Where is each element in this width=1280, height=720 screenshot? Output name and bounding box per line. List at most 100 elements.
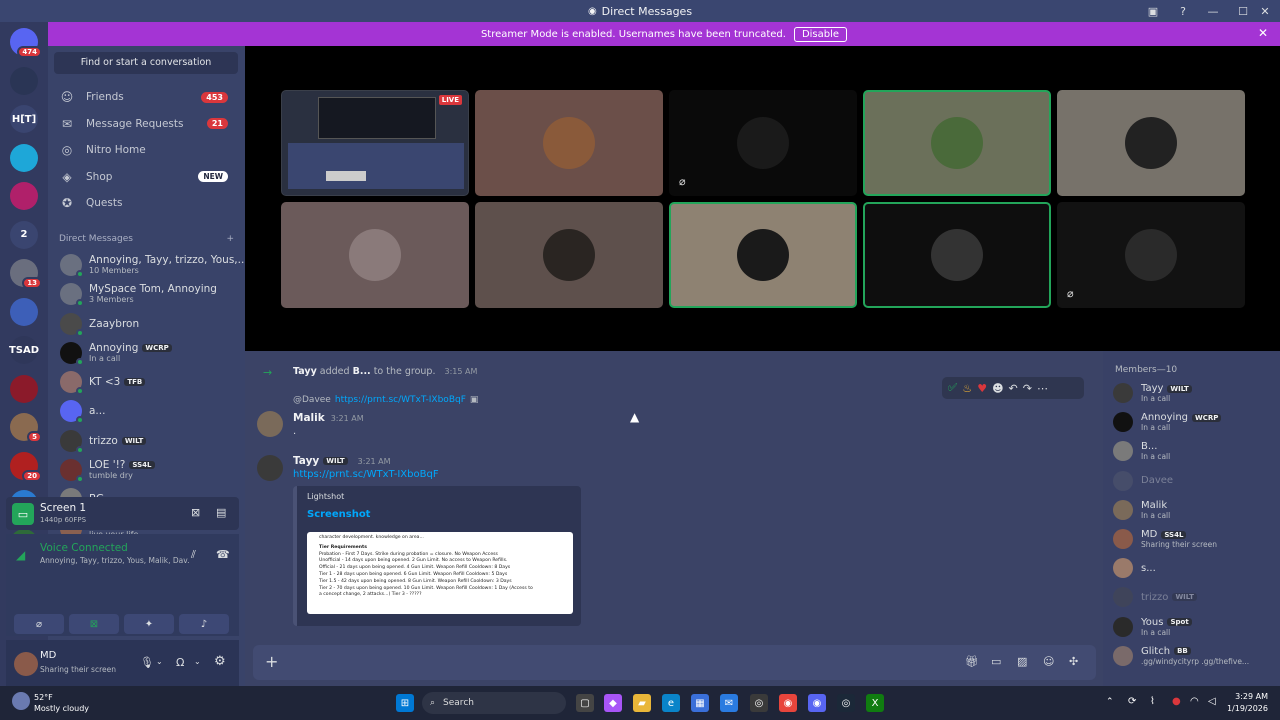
file-explorer-icon[interactable]: ▰	[633, 694, 651, 712]
stream-tile[interactable]: LIVE	[281, 90, 469, 196]
member-item[interactable]: Glitch BB .gg/windycityrp .gg/thefive...	[1113, 642, 1273, 670]
wifi-icon[interactable]: ◠	[1190, 696, 1199, 707]
stop-stream-icon[interactable]: ⊠	[191, 506, 200, 519]
avatar[interactable]	[257, 455, 283, 481]
dm-item[interactable]: Annoying WCRP In a call	[54, 338, 238, 367]
microphone-icon[interactable]: ●	[1172, 696, 1181, 707]
fire-icon[interactable]: ♨	[962, 382, 972, 395]
server-icon[interactable]: TSAD	[9, 336, 39, 364]
check-icon[interactable]: ✅︎	[948, 381, 957, 395]
clock-time[interactable]: 3:29 AM	[1224, 692, 1268, 701]
copilot-icon[interactable]: ◆	[604, 694, 622, 712]
more-icon[interactable]: ⋯	[1037, 382, 1048, 395]
server-icon[interactable]: 13	[10, 259, 42, 289]
taskbar-search[interactable]: ⌕ Search	[422, 692, 566, 714]
nav-item-message-requests[interactable]: ✉ Message Requests 21	[54, 111, 238, 137]
server-icon[interactable]: 5	[10, 413, 42, 443]
message-composer[interactable]: + 🎁︎ ▭ ▨ ☺ ✣	[253, 645, 1096, 680]
activities-button[interactable]: ✦	[124, 614, 174, 634]
message-author[interactable]: Tayy	[293, 455, 319, 467]
edge-icon[interactable]: e	[662, 694, 680, 712]
participant-tile[interactable]	[281, 202, 469, 308]
member-item[interactable]: Yous Spot In a call	[1113, 613, 1273, 641]
participant-tile[interactable]	[1057, 90, 1245, 196]
stream-settings-icon[interactable]: ▤	[216, 506, 226, 519]
server-icon[interactable]: 20	[10, 451, 42, 482]
signal-icon[interactable]: ◢	[16, 548, 25, 562]
plus-icon[interactable]: +	[226, 234, 234, 244]
help-icon[interactable]: ?	[1168, 0, 1198, 22]
chrome-icon[interactable]: ◉	[779, 694, 797, 712]
member-item[interactable]: B... In a call	[1113, 437, 1273, 465]
add-reaction-icon[interactable]: ☻	[992, 382, 1003, 395]
clock-date[interactable]: 1/19/2026	[1224, 704, 1268, 713]
reply-link[interactable]: https://prnt.sc/WTxT-IXboBqF	[335, 395, 466, 405]
reply-preview[interactable]: @Davee https://prnt.sc/WTxT-IXboBqF ▣	[293, 395, 478, 405]
noise-suppression-icon[interactable]: ⫽	[191, 548, 196, 562]
message-author[interactable]: Malik	[293, 412, 325, 424]
plus-icon[interactable]: +	[265, 652, 278, 671]
sync-icon[interactable]: ⟳	[1128, 696, 1136, 707]
inbox-icon[interactable]: ▣	[1138, 0, 1168, 22]
gift-icon[interactable]: 🎁︎	[965, 655, 979, 668]
windows-start-icon[interactable]: ⊞	[396, 694, 414, 712]
dm-item[interactable]: Zaaybron	[54, 309, 238, 338]
server-icon[interactable]: 2	[10, 220, 38, 249]
dm-item[interactable]: trizzo WILT	[54, 426, 238, 455]
apps-icon[interactable]: ✣	[1069, 655, 1078, 668]
reply-icon[interactable]: ↶	[1009, 382, 1018, 395]
microphone-icon[interactable]: 🎙︎	[140, 656, 154, 669]
server-icon[interactable]	[10, 297, 38, 326]
chevron-down-icon[interactable]: ⌄	[194, 657, 201, 666]
participant-tile[interactable]	[863, 90, 1051, 196]
nav-item-quests[interactable]: ✪ Quests	[54, 190, 238, 216]
gif-icon[interactable]: ▭	[991, 655, 1001, 668]
reply-mention[interactable]: @Davee	[293, 395, 331, 405]
voice-status[interactable]: Voice Connected	[40, 542, 128, 554]
search-input[interactable]: Find or start a conversation	[54, 52, 238, 74]
server-icon[interactable]	[10, 66, 38, 95]
discord-icon[interactable]: ◉	[808, 694, 826, 712]
volume-icon[interactable]: ◁	[1208, 696, 1216, 707]
share-screen-button[interactable]: ⊠	[69, 614, 119, 634]
nav-item-nitro-home[interactable]: ◎ Nitro Home	[54, 137, 238, 163]
participant-tile[interactable]	[669, 202, 857, 308]
heart-icon[interactable]: ♥	[977, 382, 987, 395]
chevron-up-icon[interactable]: ⌃	[1106, 697, 1114, 707]
embed-title[interactable]: Screenshot	[307, 509, 370, 520]
nav-item-friends[interactable]: ☺ Friends 453	[54, 84, 238, 110]
dm-item[interactable]: LOE '!? SS4L tumble dry	[54, 455, 238, 484]
mail-icon[interactable]: ✉	[720, 694, 738, 712]
emoji-icon[interactable]: ☺	[1043, 655, 1054, 668]
embed-image[interactable]: character development. knowledge on area…	[307, 532, 573, 614]
server-icon[interactable]: 474	[10, 28, 42, 58]
server-icon[interactable]	[10, 374, 38, 403]
dm-item[interactable]: KT <3 TFB	[54, 367, 238, 396]
headphones-icon[interactable]: Ω	[176, 656, 184, 669]
dm-item[interactable]: a...	[54, 396, 238, 425]
participant-tile[interactable]: ⌀	[669, 90, 857, 196]
avatar[interactable]	[257, 411, 283, 437]
disable-button[interactable]: Disable	[793, 26, 848, 42]
weather-icon[interactable]	[12, 692, 30, 710]
member-item[interactable]: trizzo WILT	[1113, 583, 1273, 611]
sticker-icon[interactable]: ▨	[1017, 655, 1027, 668]
system-target[interactable]: B...	[353, 366, 371, 377]
participant-tile[interactable]	[475, 202, 663, 308]
system-actor[interactable]: Tayy	[293, 366, 317, 377]
forward-icon[interactable]: ↷	[1023, 382, 1032, 395]
member-item[interactable]: MD SS4L Sharing their screen	[1113, 525, 1273, 553]
nav-item-shop[interactable]: ◈ Shop NEW	[54, 164, 238, 190]
member-item[interactable]: Annoying WCRP In a call	[1113, 408, 1273, 436]
steam-icon[interactable]: ◎	[837, 694, 855, 712]
chevron-down-icon[interactable]: ⌄	[156, 657, 163, 666]
app-icon[interactable]: ◎	[750, 694, 768, 712]
member-item[interactable]: Davee	[1113, 467, 1273, 495]
weather-temp[interactable]: 52°F	[34, 693, 53, 702]
dm-item[interactable]: MySpace Tom, Annoying 3 Members	[54, 279, 238, 308]
avatar[interactable]	[14, 652, 38, 676]
server-icon[interactable]: H[T]	[10, 105, 38, 133]
camera-off-button[interactable]: ⌀	[14, 614, 64, 634]
task-view-icon[interactable]: ▢	[576, 694, 594, 712]
server-icon[interactable]	[10, 182, 38, 210]
